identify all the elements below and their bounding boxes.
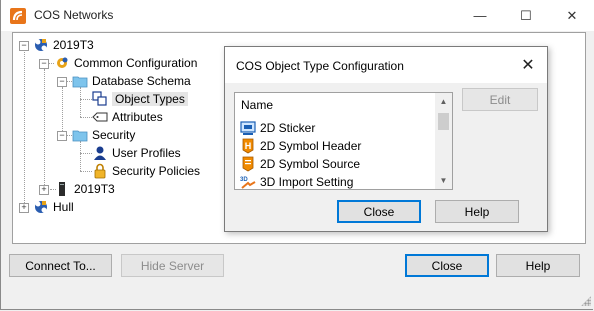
close-window-button[interactable]: ✕ bbox=[549, 0, 594, 31]
list-item[interactable]: H 2D Symbol Header bbox=[240, 137, 361, 155]
cos-logo-icon bbox=[10, 8, 26, 24]
tree-label-hull: Hull bbox=[53, 200, 74, 214]
folder-icon bbox=[72, 130, 88, 142]
list-item-label: 2D Symbol Header bbox=[260, 139, 362, 153]
tree-line bbox=[62, 87, 63, 133]
import-setting-icon: 3D bbox=[240, 177, 256, 189]
title-bar[interactable]: COS Networks — ☐ ✕ bbox=[1, 0, 594, 31]
tree-line bbox=[80, 87, 81, 117]
config-gear-icon bbox=[57, 57, 68, 68]
tree-label-root: 2019T3 bbox=[53, 38, 94, 52]
tree-node-root[interactable]: 2019T3 bbox=[33, 36, 94, 54]
symbol-header-icon: H bbox=[242, 138, 254, 154]
tree-node-common-configuration[interactable]: Common Configuration bbox=[54, 54, 197, 72]
object-type-config-dialog: COS Object Type Configuration ✕ Name 2D … bbox=[224, 46, 548, 232]
tree-node-attributes[interactable]: Attributes bbox=[92, 108, 163, 126]
dialog-help-button[interactable]: Help bbox=[435, 200, 519, 223]
scroll-up-icon[interactable]: ▲ bbox=[435, 93, 452, 110]
minimize-button[interactable]: — bbox=[457, 0, 503, 31]
expand-toggle[interactable]: + bbox=[39, 185, 49, 195]
dialog-title-bar[interactable]: COS Object Type Configuration ✕ bbox=[225, 47, 547, 83]
symbol-source-icon bbox=[242, 156, 254, 172]
svg-text:H: H bbox=[245, 141, 252, 151]
collapse-toggle[interactable]: − bbox=[57, 131, 67, 141]
edit-button[interactable]: Edit bbox=[462, 88, 538, 111]
server-icon bbox=[59, 182, 65, 196]
svg-text:3D: 3D bbox=[240, 177, 248, 183]
object-type-list[interactable]: Name 2D Sticker H 2D Symbol Header 2D Sy… bbox=[234, 92, 453, 190]
list-item[interactable]: 3D 3D Import Setting bbox=[240, 173, 354, 189]
tree-line bbox=[80, 99, 92, 100]
tree-line bbox=[80, 117, 92, 118]
tree-line bbox=[44, 69, 45, 187]
tree-node-database-schema[interactable]: Database Schema bbox=[72, 72, 191, 90]
list-item-label: 2D Sticker bbox=[260, 121, 316, 135]
scroll-thumb[interactable] bbox=[438, 113, 449, 130]
tag-icon bbox=[92, 112, 108, 122]
tree-line bbox=[80, 153, 92, 154]
collapse-toggle[interactable]: − bbox=[39, 59, 49, 69]
dialog-title: COS Object Type Configuration bbox=[236, 59, 404, 73]
close-icon: ✕ bbox=[566, 7, 578, 23]
tree-node-user-profiles[interactable]: User Profiles bbox=[92, 144, 181, 162]
tree-label-object-types: Object Types bbox=[112, 92, 188, 106]
tree-label-common-configuration: Common Configuration bbox=[74, 56, 198, 70]
list-item-label: 2D Symbol Source bbox=[260, 157, 361, 171]
expand-toggle[interactable]: + bbox=[19, 203, 29, 213]
help-button[interactable]: Help bbox=[496, 254, 580, 277]
maximize-button[interactable]: ☐ bbox=[503, 0, 549, 31]
hide-server-button[interactable]: Hide Server bbox=[121, 254, 224, 277]
object-types-icon bbox=[92, 91, 107, 106]
tree-label-security-policies: Security Policies bbox=[112, 164, 201, 178]
tree-node-hull[interactable]: Hull bbox=[33, 198, 74, 216]
dialog-close-button[interactable]: ✕ bbox=[517, 54, 539, 76]
network-server-icon bbox=[35, 201, 47, 213]
network-server-icon bbox=[35, 39, 47, 51]
user-profile-icon bbox=[94, 146, 106, 160]
minimize-icon: — bbox=[473, 8, 487, 23]
tree-label-database-schema: Database Schema bbox=[92, 74, 191, 88]
lock-icon bbox=[94, 163, 106, 179]
list-scrollbar[interactable]: ▲ ▼ bbox=[435, 93, 452, 189]
tree-label-security: Security bbox=[92, 128, 136, 142]
window-title: COS Networks bbox=[34, 8, 114, 22]
tree-line bbox=[80, 171, 92, 172]
tree-node-security-policies[interactable]: Security Policies bbox=[92, 162, 200, 180]
tree-label-user-profiles: User Profiles bbox=[112, 146, 181, 160]
list-item[interactable]: 2D Symbol Source bbox=[240, 155, 360, 173]
list-item[interactable]: 2D Sticker bbox=[240, 119, 315, 137]
tree-node-2019t3-secondary[interactable]: 2019T3 bbox=[54, 180, 115, 198]
maximize-icon: ☐ bbox=[520, 7, 532, 23]
close-icon: ✕ bbox=[521, 57, 535, 74]
close-button[interactable]: Close bbox=[405, 254, 489, 277]
tree-line bbox=[24, 47, 25, 209]
resize-grip-icon[interactable] bbox=[581, 296, 591, 306]
tree-label-attributes: Attributes bbox=[112, 110, 163, 124]
folder-icon bbox=[72, 76, 88, 88]
scroll-down-icon[interactable]: ▼ bbox=[435, 172, 452, 189]
tree-node-security[interactable]: Security bbox=[72, 126, 135, 144]
list-header-name[interactable]: Name bbox=[241, 98, 273, 112]
list-item-label: 3D Import Setting bbox=[260, 175, 354, 189]
collapse-toggle[interactable]: − bbox=[57, 77, 67, 87]
tree-node-object-types[interactable]: Object Types bbox=[92, 90, 188, 108]
collapse-toggle[interactable]: − bbox=[19, 41, 29, 51]
dialog-close-action-button[interactable]: Close bbox=[337, 200, 421, 223]
tree-line bbox=[80, 141, 81, 171]
tree-label-2019t3-secondary: 2019T3 bbox=[74, 182, 115, 196]
connect-to-button[interactable]: Connect To... bbox=[9, 254, 112, 277]
sticker-icon bbox=[240, 121, 256, 135]
